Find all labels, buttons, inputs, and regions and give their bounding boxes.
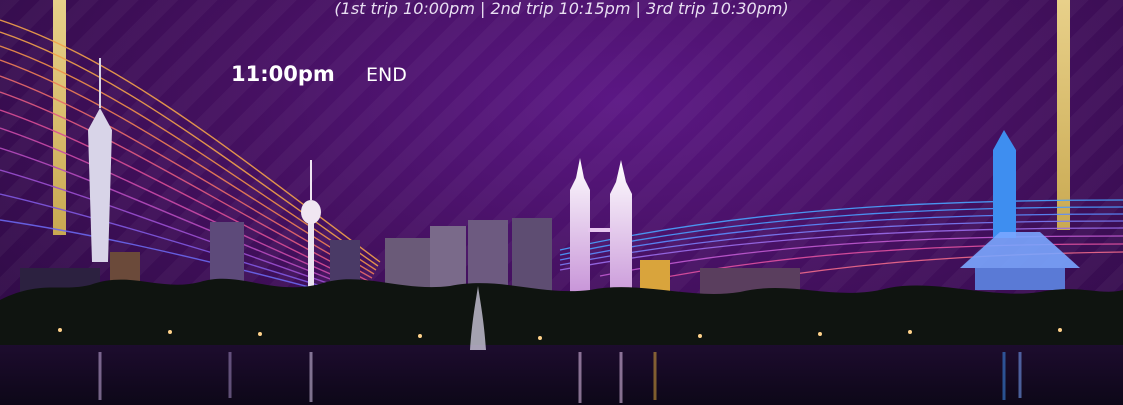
left-neon-lines (0, 19, 381, 301)
lake-water (0, 345, 1123, 405)
event-schedule-banner: (1st trip 10:00pm | 2nd trip 10:15pm | 3… (0, 0, 1123, 405)
kuala-lumpur-skyline-illustration (0, 19, 1123, 405)
tall-tower-left (88, 58, 112, 262)
tree-line (0, 278, 1123, 350)
lit-pavilion (960, 232, 1080, 290)
exchange-tower-right (993, 130, 1016, 238)
